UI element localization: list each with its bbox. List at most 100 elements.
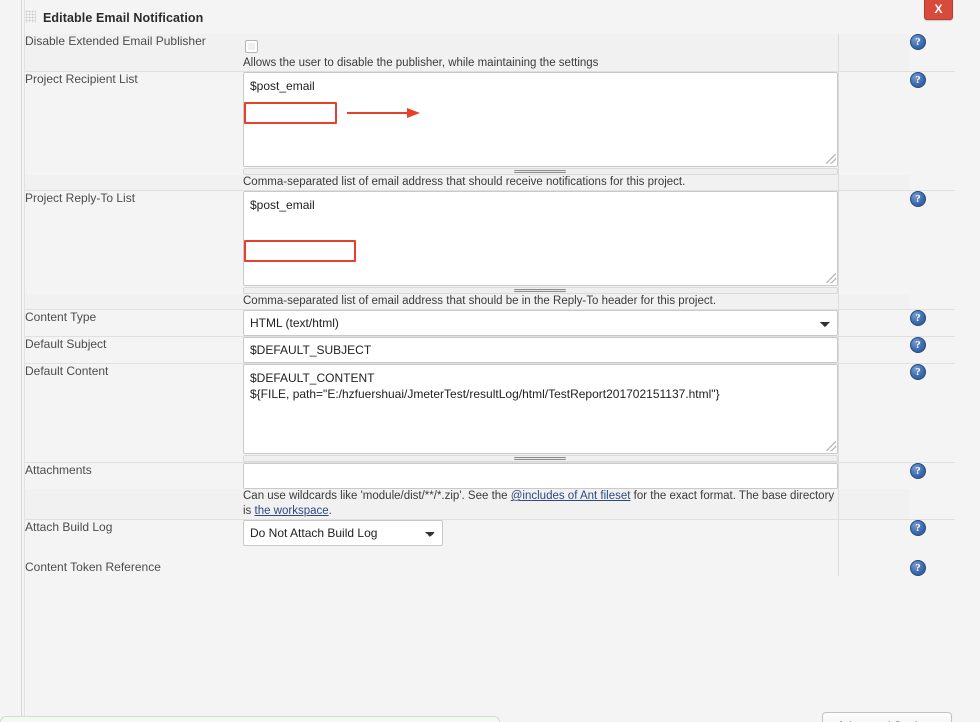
label-content-type: Content Type [25,310,243,337]
row-attachments-description: Can use wildcards like 'module/dist/**/*… [25,489,955,520]
cell-default-subject [243,337,838,364]
row-default-content: Default Content $DEFAULT_CONTENT ${FILE,… [25,364,955,463]
cell-spacer [838,463,910,490]
row-project-recipient-list-description: Comma-separated list of email address th… [25,175,955,191]
description-attachments: Can use wildcards like 'module/dist/**/*… [243,489,838,520]
cell-disable-publisher [243,34,838,56]
project-reply-to-list-wrap: $post_email [243,191,838,286]
email-notification-form: Disable Extended Email Publisher ? Allow… [25,34,955,576]
disable-publisher-checkbox[interactable] [245,40,258,53]
row-disable-publisher: Disable Extended Email Publisher ? [25,34,955,56]
panel-title: Editable Email Notification [43,11,203,25]
cell-help-default-content: ? [910,364,955,463]
label-default-subject: Default Subject [25,337,243,364]
attachments-desc-part3: . [329,505,332,517]
workspace-link[interactable]: the workspace [255,505,329,517]
cell-help-project-reply-to-list: ? [910,191,955,295]
next-form-block [0,716,500,722]
row-project-reply-to-list-description: Comma-separated list of email address th… [25,294,955,310]
help-circle-icon[interactable]: ? [910,191,926,207]
cell-spacer [838,364,910,463]
row-project-reply-to-list: Project Reply-To List $post_email ? [25,191,955,295]
cell-empty-help [910,489,955,520]
close-button[interactable]: X [924,0,953,20]
attach-build-log-select[interactable]: Do Not Attach Build Log [243,520,443,546]
help-circle-icon[interactable]: ? [910,463,926,479]
jenkins-config-page: Editable Email Notification Disable Exte… [0,0,980,722]
textarea-resize-bar[interactable] [243,287,838,294]
row-project-recipient-list: Project Recipient List $post_email ? [25,72,955,176]
cell-spacer [838,337,910,364]
label-attachments: Attachments [25,463,243,490]
cell-default-content: $DEFAULT_CONTENT ${FILE, path="E:/hzfuer… [243,364,838,463]
label-disable-publisher: Disable Extended Email Publisher [25,34,243,56]
default-content-wrap: $DEFAULT_CONTENT ${FILE, path="E:/hzfuer… [243,364,838,454]
ant-fileset-link[interactable]: @includes of Ant fileset [511,490,631,502]
form-gutter-rule-outer [21,0,22,722]
row-content-type: Content Type HTML (text/html) ? [25,310,955,337]
cell-attachments [243,463,838,490]
description-project-recipient-list: Comma-separated list of email address th… [243,175,838,191]
default-content-textarea[interactable]: $DEFAULT_CONTENT ${FILE, path="E:/hzfuer… [243,364,838,454]
textarea-resize-bar[interactable] [243,168,838,175]
cell-help-content-type: ? [910,310,955,337]
cell-help-default-subject: ? [910,337,955,364]
help-circle-icon[interactable]: ? [910,520,926,536]
cell-empty [25,56,243,72]
cell-empty [25,294,243,310]
project-recipient-list-textarea[interactable]: $post_email [243,72,838,167]
project-recipient-list-wrap: $post_email [243,72,838,167]
cell-spacer [838,546,910,576]
cell-help-project-recipient-list: ? [910,72,955,176]
help-circle-icon[interactable]: ? [910,337,926,353]
cell-empty-help [910,294,955,310]
cell-help-attach-build-log: ? [910,520,955,547]
panel-header: Editable Email Notification [25,0,980,34]
label-attach-build-log: Attach Build Log [25,520,243,547]
cell-spacer [838,310,910,337]
cell-empty-help [910,56,955,72]
description-project-reply-to-list: Comma-separated list of email address th… [243,294,838,310]
cell-empty-help [910,175,955,191]
textarea-resize-bar[interactable] [243,455,838,462]
attachments-input[interactable] [243,463,838,489]
row-content-token-reference: Content Token Reference ? [25,546,955,576]
cell-attach-build-log: Do Not Attach Build Log [243,520,838,547]
cell-spacer [838,175,910,191]
drag-handle-icon[interactable] [25,10,36,23]
cell-content-token-reference [243,546,838,576]
row-attach-build-log: Attach Build Log Do Not Attach Build Log… [25,520,955,547]
row-default-subject: Default Subject ? [25,337,955,364]
label-content-token-reference: Content Token Reference [25,546,243,576]
help-circle-icon[interactable]: ? [910,34,926,50]
help-circle-icon[interactable]: ? [910,72,926,88]
cell-content-type: HTML (text/html) [243,310,838,337]
cell-spacer [838,34,910,56]
row-attachments: Attachments ? [25,463,955,490]
help-circle-icon[interactable]: ? [910,560,926,576]
content-type-select[interactable]: HTML (text/html) [243,310,838,336]
advanced-settings-button[interactable]: Advanced Settings [822,712,952,722]
label-project-recipient-list: Project Recipient List [25,72,243,176]
help-circle-icon[interactable]: ? [910,310,926,326]
cell-spacer [838,489,910,520]
project-reply-to-list-textarea[interactable]: $post_email [243,191,838,286]
description-disable-publisher: Allows the user to disable the publisher… [243,56,838,72]
help-circle-icon[interactable]: ? [910,364,926,380]
cell-spacer [838,294,910,310]
label-default-content: Default Content [25,364,243,463]
cell-spacer [838,72,910,176]
cell-spacer [838,520,910,547]
row-disable-publisher-description: Allows the user to disable the publisher… [25,56,955,72]
cell-help-content-token-reference: ? [910,546,955,576]
cell-spacer [838,191,910,295]
cell-empty [25,175,243,191]
cell-spacer [838,56,910,72]
default-subject-input[interactable] [243,337,838,363]
editable-email-notification-panel: Editable Email Notification Disable Exte… [25,0,980,714]
cell-help-attachments: ? [910,463,955,490]
cell-help-disable-publisher: ? [910,34,955,56]
attachments-desc-part1: Can use wildcards like 'module/dist/**/*… [243,490,511,502]
cell-project-reply-to-list: $post_email [243,191,838,295]
cell-empty [25,489,243,520]
